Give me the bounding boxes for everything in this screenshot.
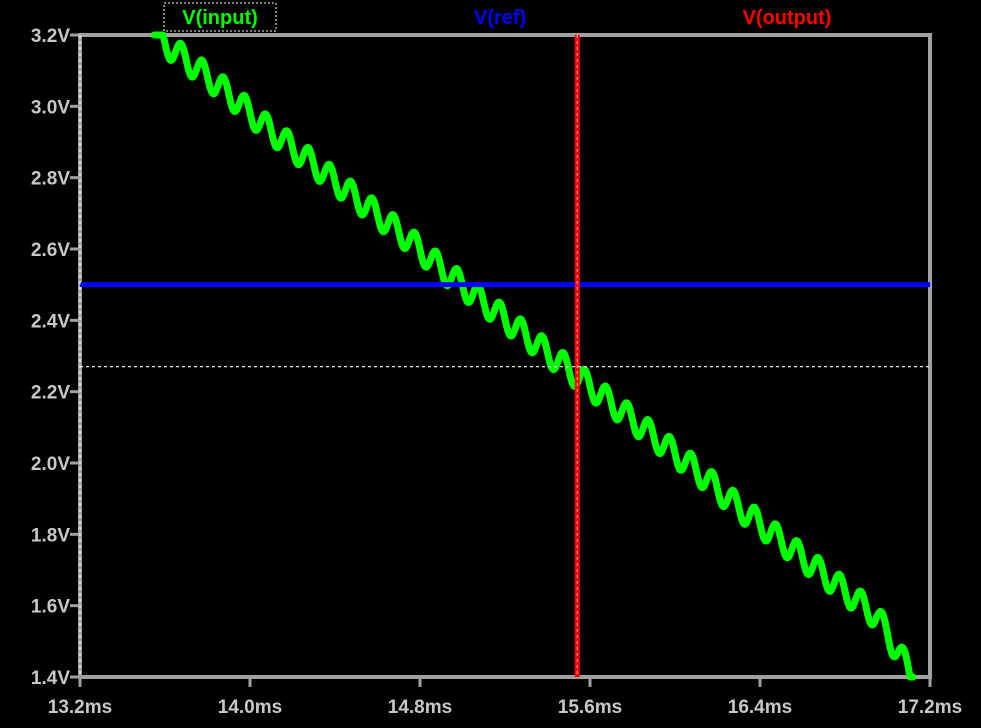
x-tick-label: 13.2ms [48,697,112,718]
x-tick-label: 16.4ms [728,697,792,718]
legend-label-ref[interactable]: V(ref) [474,7,526,29]
y-tick-label: 2.8V [31,169,70,190]
waveform-plot-window: 1.4V 1.6V 1.8V 2.0V 2.2V 2.4V 2.6V 2.8V 3.0V 3.2V… [0,0,981,728]
legend-label-input[interactable]: V(input) [182,7,258,29]
legend: V(input) V(ref) V(output) [163,2,832,32]
y-tick-label: 1.8V [31,525,70,546]
y-tick-label: 1.4V [31,668,70,689]
axis-ticks: 1.4V 1.6V 1.8V 2.0V 2.2V 2.4V 2.6V 2.8V 3.0V 3.2V… [31,26,962,718]
series-traces [80,31,930,681]
y-tick-label: 2.6V [31,240,70,261]
waveform-chart[interactable]: 1.4V 1.6V 1.8V 2.0V 2.2V 2.4V 2.6V 2.8V 3.0V 3.2V… [0,0,981,728]
x-tick-label: 17.2ms [898,697,962,718]
y-tick-label: 1.6V [31,597,70,618]
axes [78,33,932,679]
y-tick-label: 3.2V [31,26,70,47]
y-tick-label: 2.4V [31,311,70,332]
legend-label-output[interactable]: V(output) [743,7,832,29]
x-tick-label: 14.0ms [218,697,282,718]
cursor-lines[interactable] [79,35,930,677]
x-tick-label: 14.8ms [388,697,452,718]
y-tick-label: 2.2V [31,383,70,404]
y-tick-label: 2.0V [31,454,70,475]
y-tick-label: 3.0V [31,97,70,118]
series-input-trace [150,31,917,681]
x-tick-label: 15.6ms [558,697,622,718]
plot-frame [78,33,932,679]
